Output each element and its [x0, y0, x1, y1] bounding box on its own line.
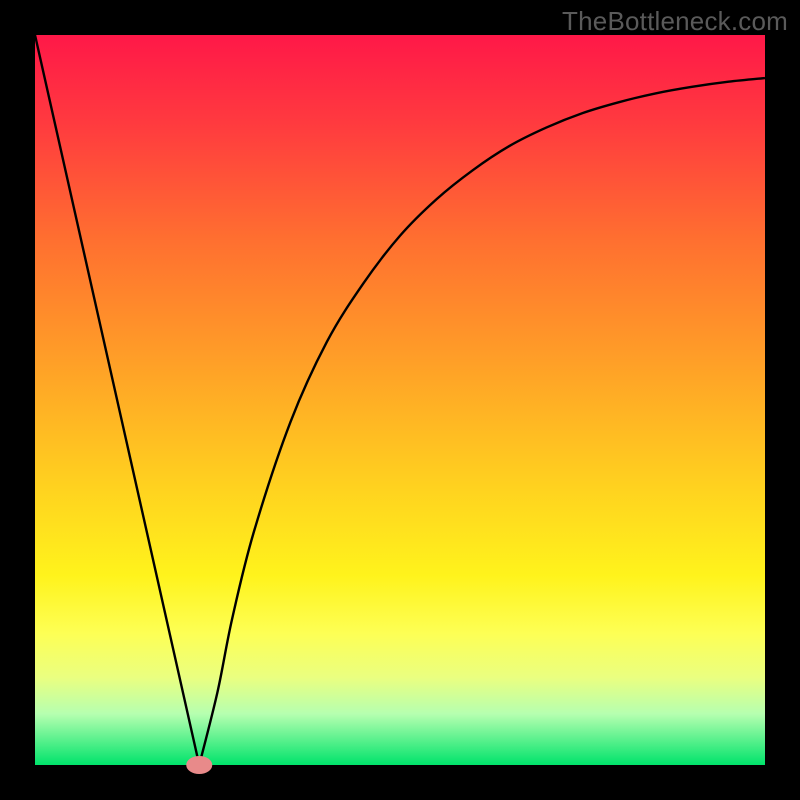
chart-canvas: TheBottleneck.com [0, 0, 800, 800]
watermark-text: TheBottleneck.com [562, 6, 788, 37]
optimum-marker [186, 756, 212, 774]
bottleneck-chart [0, 0, 800, 800]
plot-background [35, 35, 765, 765]
